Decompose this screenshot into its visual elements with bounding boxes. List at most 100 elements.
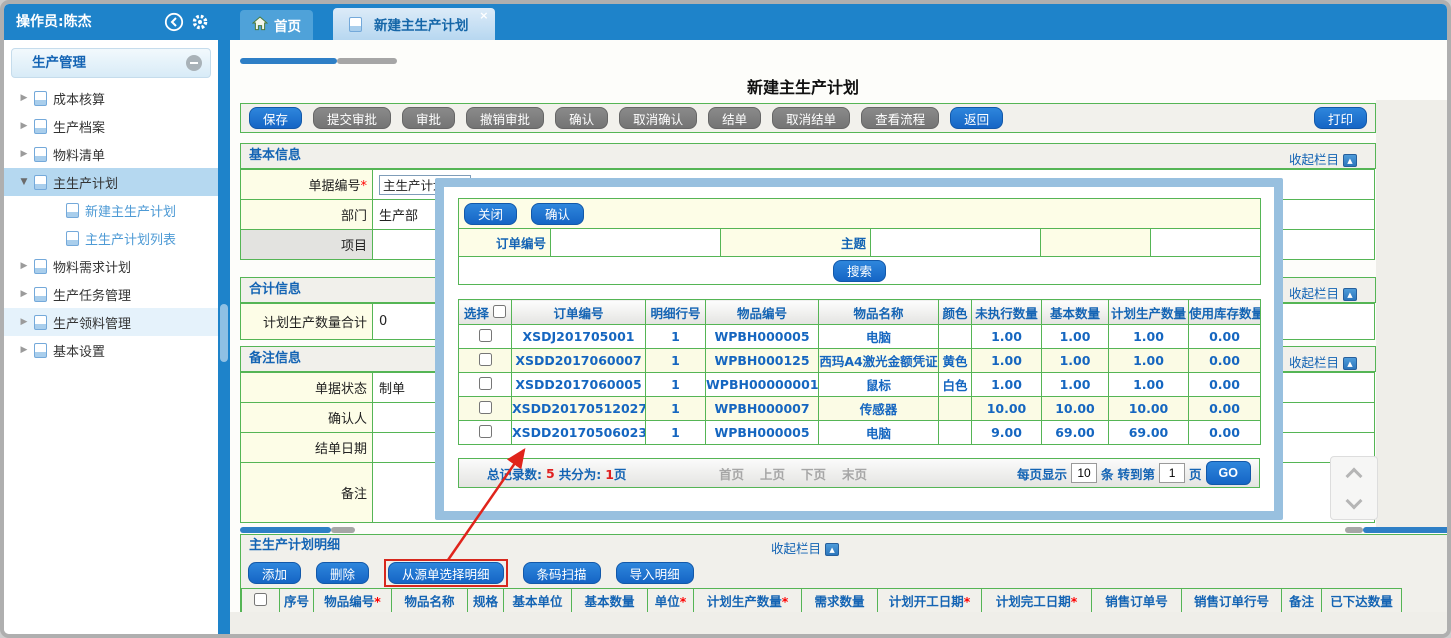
collapse-up-icon[interactable]: ▲ xyxy=(825,543,839,556)
row-checkbox[interactable] xyxy=(479,401,492,414)
sidebar-tree: ▶成本核算 ▶生产档案 ▶物料清单 ▼主生产计划 ▶新建主生产计划 ▶主生产计划… xyxy=(4,84,218,364)
gear-icon[interactable] xyxy=(190,12,210,32)
add-row-button[interactable]: 添加 xyxy=(248,562,301,584)
col-plan-finish-date: 计划完工日期* xyxy=(982,589,1092,613)
collapse-up-icon[interactable]: ▲ xyxy=(1343,357,1357,370)
sidebar-item-bom-list[interactable]: ▶物料清单 xyxy=(4,140,218,168)
import-detail-button[interactable]: 导入明细 xyxy=(616,562,694,584)
go-button[interactable]: GO xyxy=(1206,461,1251,485)
row-checkbox[interactable] xyxy=(479,425,492,438)
top-horizontal-scrollbar[interactable] xyxy=(240,58,337,64)
sidebar-panel-header[interactable]: 生产管理 xyxy=(11,48,211,78)
caret-right-icon[interactable]: ▶ xyxy=(18,121,30,131)
per-page-input[interactable] xyxy=(1071,463,1097,483)
collapse-sidebar-icon[interactable] xyxy=(164,12,184,32)
caret-right-icon[interactable]: ▶ xyxy=(18,93,30,103)
minus-circle-icon[interactable] xyxy=(186,55,202,71)
col-color: 颜色 xyxy=(939,300,972,325)
section-basic-info: 基本信息 收起栏目 ▲ xyxy=(240,143,1376,169)
caret-right-icon[interactable]: ▶ xyxy=(18,149,30,159)
col-sales-order-line: 销售订单行号 xyxy=(1182,589,1282,613)
document-icon xyxy=(34,119,47,134)
bottom-horizontal-scrollbar-thumb[interactable] xyxy=(331,527,355,533)
col-base-unit: 基本单位 xyxy=(504,589,572,613)
dialog-close-button[interactable]: 关闭 xyxy=(464,203,517,225)
sidebar-item-production-picking-mgmt[interactable]: ▶生产领料管理 xyxy=(4,308,218,336)
tab-new-master-plan[interactable]: 新建主生产计划 × xyxy=(333,8,495,40)
from-source-button[interactable]: 从源单选择明细 xyxy=(388,562,504,584)
bottom-horizontal-scrollbar[interactable] xyxy=(240,527,331,533)
col-line-no: 明细行号 xyxy=(646,300,706,325)
select-all-checkbox[interactable] xyxy=(493,305,506,318)
sidebar-item-new-master-plan[interactable]: ▶新建主生产计划 xyxy=(4,196,218,224)
save-button[interactable]: 保存 xyxy=(249,107,302,129)
revoke-approval-button[interactable]: 撤销审批 xyxy=(466,107,544,129)
col-plan-start-date: 计划开工日期* xyxy=(878,589,982,613)
chevron-up-icon[interactable] xyxy=(1346,467,1363,484)
sidebar-item-master-production-plan[interactable]: ▼主生产计划 xyxy=(4,168,218,196)
order-row: XSDD201705120271 WPBH000007传感器 10.00 10.… xyxy=(459,397,1261,421)
close-order-button[interactable]: 结单 xyxy=(708,107,761,129)
app-window: 操作员:陈杰 生产管理 ▶成本核算 ▶生产档案 ▶物料清单 ▼主生产计划 ▶新建… xyxy=(0,0,1451,638)
col-select: 选择 xyxy=(459,300,512,325)
document-icon xyxy=(66,203,79,218)
row-checkbox[interactable] xyxy=(479,329,492,342)
last-page-link[interactable]: 末页 xyxy=(842,464,867,483)
bottom-right-scrollbar[interactable] xyxy=(1363,527,1451,533)
print-button[interactable]: 打印 xyxy=(1314,107,1367,129)
first-page-link[interactable]: 首页 xyxy=(719,464,744,483)
dialog-confirm-button[interactable]: 确认 xyxy=(531,203,584,225)
sidebar-item-cost-accounting[interactable]: ▶成本核算 xyxy=(4,84,218,112)
back-button[interactable]: 返回 xyxy=(950,107,1003,129)
sidebar-vertical-scrollbar[interactable] xyxy=(220,304,228,362)
row-checkbox[interactable] xyxy=(479,377,492,390)
detail-select-all-checkbox[interactable] xyxy=(254,593,267,606)
chevron-down-icon[interactable] xyxy=(1346,492,1363,509)
col-item-name: 物品名称 xyxy=(819,300,939,325)
search-button[interactable]: 搜索 xyxy=(833,260,886,282)
sidebar-item-master-plan-list[interactable]: ▶主生产计划列表 xyxy=(4,224,218,252)
document-icon xyxy=(34,343,47,358)
delete-row-button[interactable]: 删除 xyxy=(316,562,369,584)
caret-right-icon[interactable]: ▶ xyxy=(18,317,30,327)
qty-total-label: 计划生产数量合计 xyxy=(241,304,373,340)
sidebar-item-production-task-mgmt[interactable]: ▶生产任务管理 xyxy=(4,280,218,308)
col-base-qty: 基本数量 xyxy=(572,589,648,613)
caret-down-icon[interactable]: ▼ xyxy=(18,177,30,187)
sidebar-item-basic-settings[interactable]: ▶基本设置 xyxy=(4,336,218,364)
order-no-filter-input[interactable] xyxy=(551,231,720,255)
top-horizontal-scrollbar-thumb[interactable] xyxy=(337,58,397,64)
next-page-link[interactable]: 下页 xyxy=(801,464,826,483)
document-icon xyxy=(34,175,47,190)
col-plan-qty: 计划生产数量* xyxy=(694,589,802,613)
subject-filter-input[interactable] xyxy=(871,231,1040,255)
project-label: 项目 xyxy=(241,230,373,260)
caret-right-icon[interactable]: ▶ xyxy=(18,289,30,299)
barcode-scan-button[interactable]: 条码扫描 xyxy=(523,562,601,584)
tab-home[interactable]: 首页 xyxy=(240,10,313,40)
prev-page-link[interactable]: 上页 xyxy=(760,464,785,483)
sidebar-item-material-requirement-plan[interactable]: ▶物料需求计划 xyxy=(4,252,218,280)
operator-label: 操作员:陈杰 xyxy=(16,14,92,30)
col-base-qty: 基本数量 xyxy=(1042,300,1109,325)
confirm-button[interactable]: 确认 xyxy=(555,107,608,129)
submit-approval-button[interactable]: 提交审批 xyxy=(313,107,391,129)
confirmer-label: 确认人 xyxy=(241,403,373,433)
bottom-right-scrollbar-thumb[interactable] xyxy=(1345,527,1363,533)
collapse-up-icon[interactable]: ▲ xyxy=(1343,154,1357,167)
view-flow-button[interactable]: 查看流程 xyxy=(861,107,939,129)
collapse-detail-link[interactable]: 收起栏目 ▲ xyxy=(771,538,1432,560)
filter-empty-input-cell xyxy=(1151,229,1261,257)
approve-button[interactable]: 审批 xyxy=(402,107,455,129)
collapse-up-icon[interactable]: ▲ xyxy=(1343,288,1357,301)
cancel-close-button[interactable]: 取消结单 xyxy=(772,107,850,129)
caret-right-icon[interactable]: ▶ xyxy=(18,345,30,355)
goto-page-input[interactable] xyxy=(1159,463,1185,483)
tab-close-icon[interactable]: × xyxy=(479,9,488,22)
tab-bar: 首页 新建主生产计划 × xyxy=(230,4,1447,40)
col-item-no: 物品编号 xyxy=(706,300,819,325)
row-checkbox[interactable] xyxy=(479,353,492,366)
caret-right-icon[interactable]: ▶ xyxy=(18,261,30,271)
sidebar-item-production-archives[interactable]: ▶生产档案 xyxy=(4,112,218,140)
cancel-confirm-button[interactable]: 取消确认 xyxy=(619,107,697,129)
